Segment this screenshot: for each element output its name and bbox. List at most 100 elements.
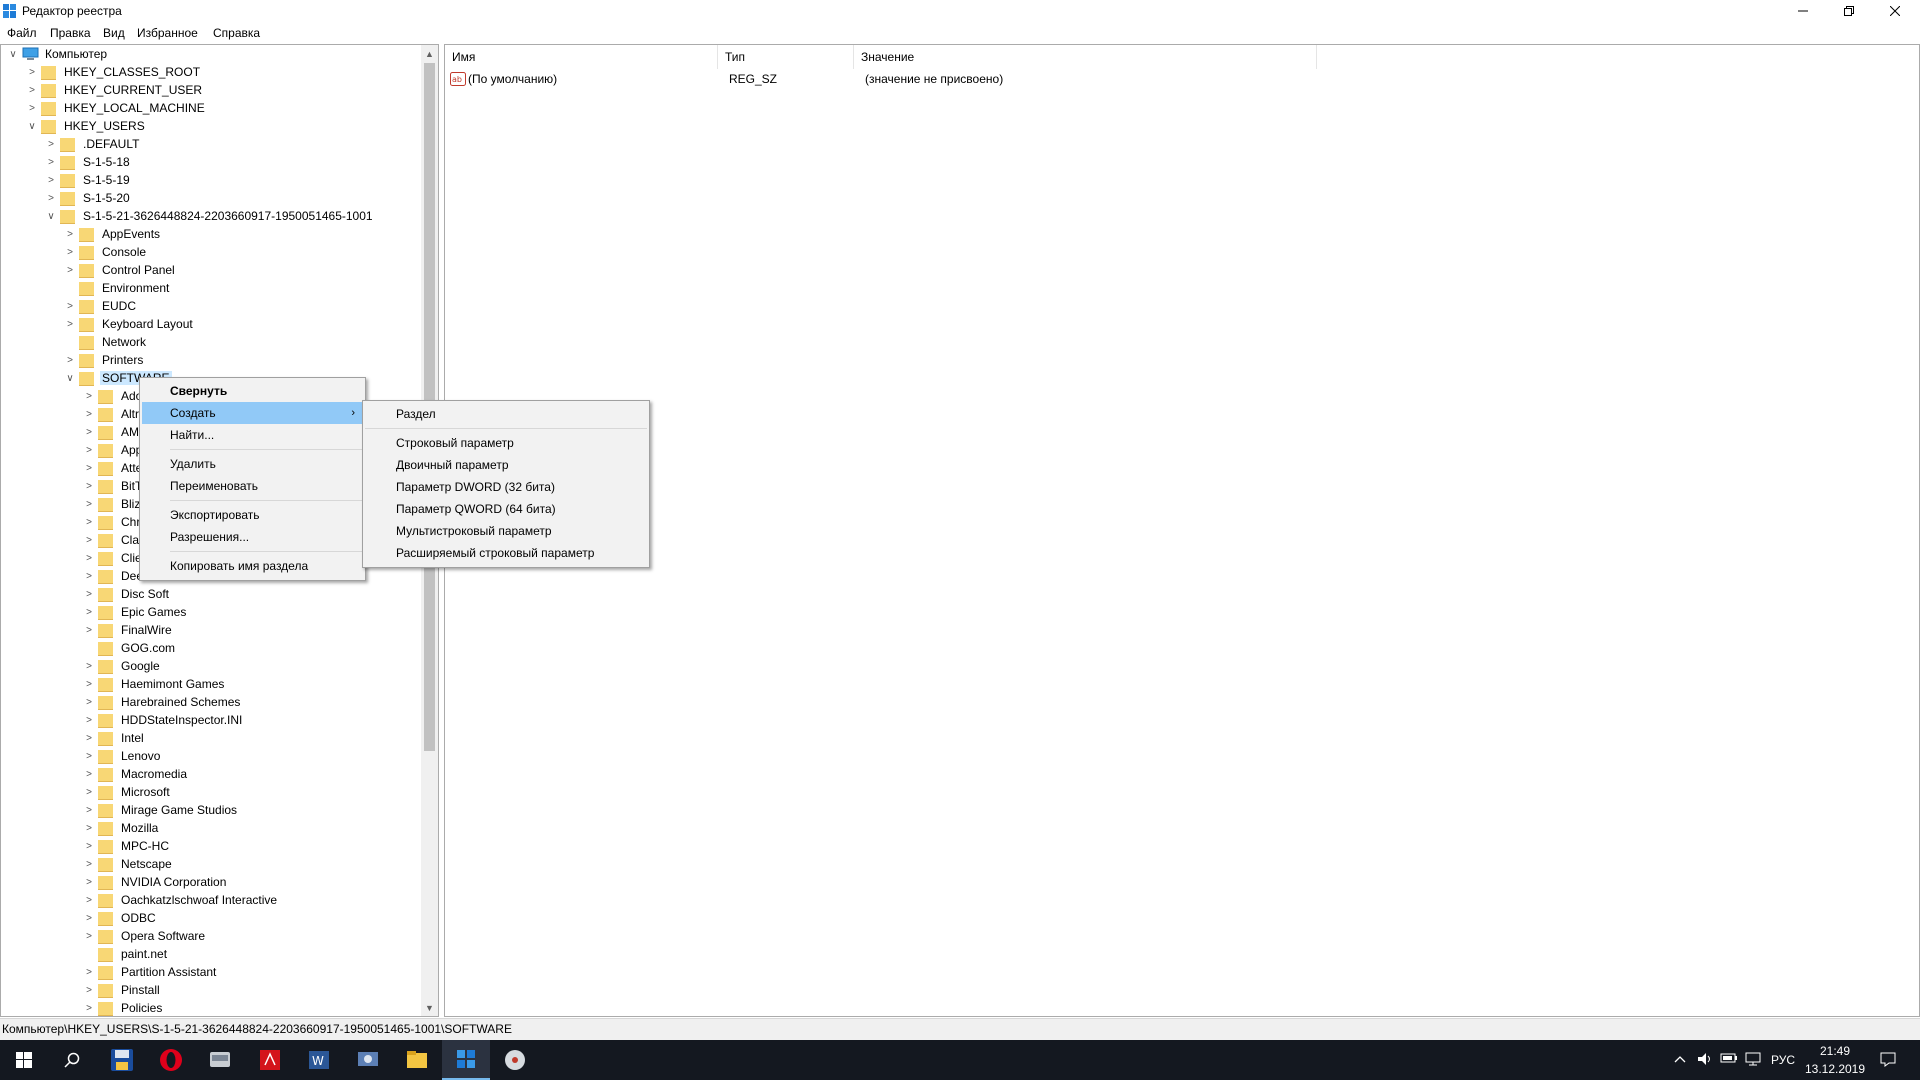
expand-arrow-icon[interactable]: > (84, 966, 94, 978)
expand-arrow-icon[interactable]: > (84, 1002, 94, 1014)
collapse-arrow-icon[interactable]: ∨ (65, 372, 75, 384)
menu-file[interactable]: Файл (7, 26, 37, 40)
tree-software-key[interactable]: > Lenovo (84, 747, 162, 765)
tree-key[interactable]: > Control Panel (65, 261, 177, 279)
submenu-expandable-string[interactable]: Расширяемый строковый параметр (365, 542, 647, 564)
expand-arrow-icon[interactable]: > (84, 876, 94, 888)
tree-software-key[interactable]: > Opera Software (84, 927, 207, 945)
menu-permissions[interactable]: Разрешения... (142, 526, 363, 548)
menu-view[interactable]: Вид (103, 26, 125, 40)
tree-software-key[interactable]: > FinalWire (84, 621, 174, 639)
column-header-name[interactable]: Имя (445, 45, 718, 69)
tree-root-computer[interactable]: ∨ Компьютер (8, 45, 109, 63)
tree-software-key[interactable]: > Clie (84, 549, 144, 567)
tree-software-key[interactable]: > Bliz (84, 495, 142, 513)
expand-arrow-icon[interactable]: > (84, 768, 94, 780)
taskbar-app-regedit[interactable] (442, 1040, 490, 1080)
tree-software-key[interactable]: > Harebrained Schemes (84, 693, 242, 711)
submenu-dword[interactable]: Параметр DWORD (32 бита) (365, 476, 647, 498)
tree-software-key[interactable]: > Mozilla (84, 819, 160, 837)
expand-arrow-icon[interactable]: > (84, 624, 94, 636)
expand-arrow-icon[interactable]: > (46, 156, 56, 168)
tree-software-key[interactable]: > Pinstall (84, 981, 162, 999)
tree-hive[interactable]: > HKEY_CURRENT_USER (27, 81, 204, 99)
expand-arrow-icon[interactable]: > (84, 804, 94, 816)
expand-arrow-icon[interactable]: > (84, 912, 94, 924)
taskbar-app-acrobat[interactable] (246, 1040, 294, 1080)
expand-arrow-icon[interactable]: > (84, 894, 94, 906)
tree-software-key[interactable]: > Epic Games (84, 603, 188, 621)
expand-arrow-icon[interactable]: > (84, 588, 94, 600)
expand-arrow-icon[interactable]: > (46, 138, 56, 150)
menu-rename[interactable]: Переименовать (142, 475, 363, 497)
volume-icon[interactable] (1696, 1052, 1714, 1069)
tree-key[interactable]: > Printers (65, 351, 145, 369)
tree-software-key[interactable]: > Microsoft (84, 783, 172, 801)
search-button[interactable] (48, 1040, 96, 1080)
menu-favorites[interactable]: Избранное (137, 26, 198, 40)
action-center-icon[interactable] (1878, 1051, 1898, 1070)
submenu-string[interactable]: Строковый параметр (365, 432, 647, 454)
tree-hive[interactable]: > HKEY_LOCAL_MACHINE (27, 99, 207, 117)
scroll-down-arrow-icon[interactable]: ▼ (421, 999, 438, 1016)
tree-hive[interactable]: > HKEY_CLASSES_ROOT (27, 63, 202, 81)
expand-arrow-icon[interactable]: > (84, 732, 94, 744)
close-button[interactable] (1872, 0, 1918, 22)
submenu-multi-string[interactable]: Мультистроковый параметр (365, 520, 647, 542)
menu-help[interactable]: Справка (213, 26, 260, 40)
expand-arrow-icon[interactable]: > (84, 822, 94, 834)
expand-arrow-icon[interactable]: > (84, 606, 94, 618)
expand-arrow-icon[interactable]: > (84, 930, 94, 942)
tree-software-key[interactable]: > Atte (84, 459, 144, 477)
expand-arrow-icon[interactable]: > (84, 426, 94, 438)
clock-date[interactable]: 13.12.2019 (1800, 1062, 1870, 1076)
expand-arrow-icon[interactable]: > (84, 750, 94, 762)
menu-copy-key-name[interactable]: Копировать имя раздела (142, 555, 363, 577)
input-language[interactable]: РУС (1766, 1053, 1800, 1067)
tree-key[interactable]: Network (65, 333, 148, 351)
tree-key[interactable]: > EUDC (65, 297, 138, 315)
expand-arrow-icon[interactable]: > (84, 408, 94, 420)
expand-arrow-icon[interactable]: > (84, 858, 94, 870)
tree-software-key[interactable]: > Haemimont Games (84, 675, 226, 693)
expand-arrow-icon[interactable]: > (65, 300, 75, 312)
expand-arrow-icon[interactable]: > (27, 66, 37, 78)
tree-key[interactable]: > Console (65, 243, 148, 261)
tree-software-key[interactable]: > Altr (84, 405, 141, 423)
tree-key[interactable]: > Keyboard Layout (65, 315, 195, 333)
taskbar-app-disk[interactable] (491, 1040, 539, 1080)
expand-arrow-icon[interactable]: > (84, 840, 94, 852)
tree-software-key[interactable]: > Dee (84, 567, 145, 585)
tree-software-key[interactable]: > MPC-HC (84, 837, 171, 855)
expand-arrow-icon[interactable]: > (27, 84, 37, 96)
expand-arrow-icon[interactable]: > (84, 480, 94, 492)
expand-arrow-icon[interactable]: > (65, 228, 75, 240)
registry-values-pane[interactable]: Имя Тип Значение ab (По умолчанию) REG_S… (444, 44, 1920, 1017)
tree-software-key[interactable]: > ODBC (84, 909, 158, 927)
expand-arrow-icon[interactable]: > (84, 516, 94, 528)
expand-arrow-icon[interactable]: > (84, 552, 94, 564)
taskbar-app-opera[interactable] (147, 1040, 195, 1080)
minimize-button[interactable] (1780, 0, 1826, 22)
submenu-binary[interactable]: Двоичный параметр (365, 454, 647, 476)
menu-edit[interactable]: Правка (50, 26, 91, 40)
tree-hive[interactable]: ∨ HKEY_USERS (27, 117, 147, 135)
tree-user-key[interactable]: ∨ S-1-5-21-3626448824-2203660917-19500514… (46, 207, 375, 225)
battery-icon[interactable] (1720, 1052, 1738, 1067)
tree-software-key[interactable]: > Ado (84, 387, 144, 405)
expand-arrow-icon[interactable]: > (46, 174, 56, 186)
menu-create[interactable]: Создать › (142, 402, 363, 424)
expand-arrow-icon[interactable]: > (84, 462, 94, 474)
tree-software-key[interactable]: > Macromedia (84, 765, 189, 783)
submenu-key[interactable]: Раздел (365, 403, 647, 425)
taskbar-app-save[interactable] (98, 1040, 146, 1080)
tree-software-key[interactable]: > HDDStateInspector.INI (84, 711, 244, 729)
expand-arrow-icon[interactable]: > (65, 264, 75, 276)
expand-arrow-icon[interactable]: > (84, 534, 94, 546)
tree-user-key[interactable]: > .DEFAULT (46, 135, 141, 153)
column-header-type[interactable]: Тип (718, 45, 854, 69)
expand-arrow-icon[interactable]: > (84, 570, 94, 582)
tree-software-key[interactable]: paint.net (84, 945, 169, 963)
expand-arrow-icon[interactable]: > (84, 714, 94, 726)
expand-arrow-icon[interactable]: > (84, 678, 94, 690)
